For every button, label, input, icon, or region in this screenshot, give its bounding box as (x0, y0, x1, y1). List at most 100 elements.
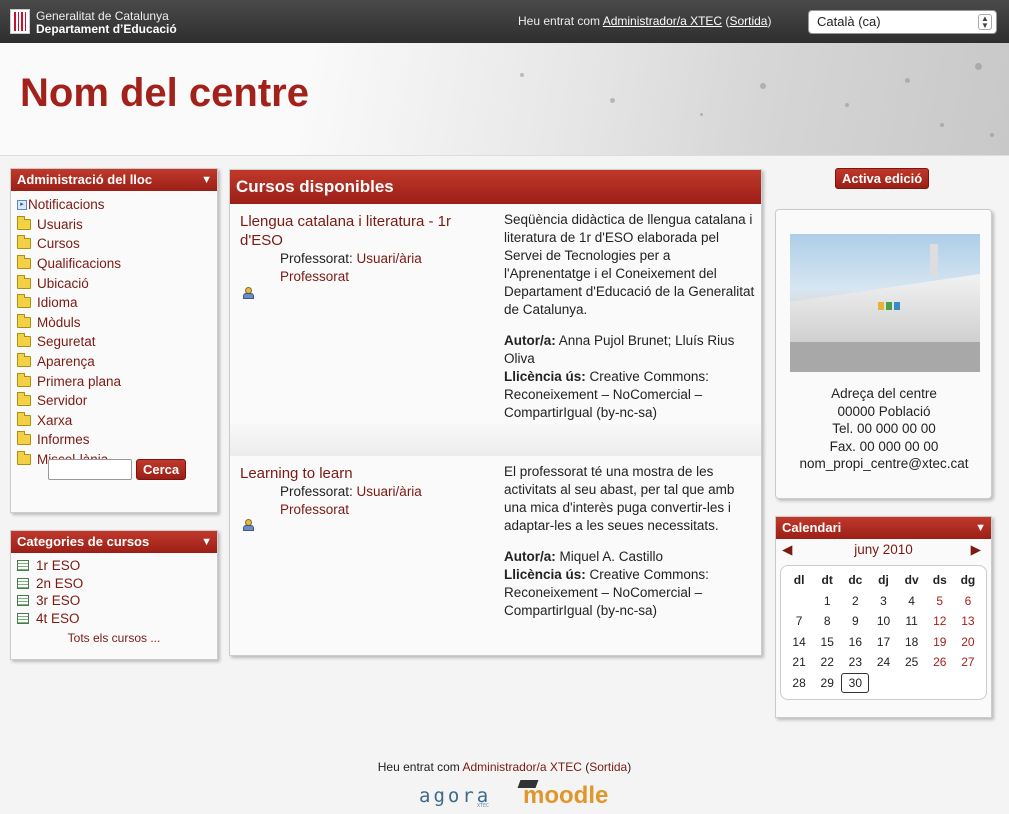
calendar-week: 21 22 23 24 25 26 27 (785, 652, 982, 673)
collapse-icon[interactable]: ▼ (201, 531, 212, 553)
category-label[interactable]: 2n ESO (36, 576, 83, 591)
admin-item-label[interactable]: Primera plana (37, 374, 121, 389)
calendar-day: 18 (904, 634, 919, 649)
courses-block-header: Cursos disponibles (230, 170, 761, 204)
turn-editing-on-button[interactable]: Activa edició (835, 168, 930, 189)
admin-item-modules[interactable]: Mòduls (17, 313, 211, 333)
category-icon (17, 577, 29, 589)
admin-item-frontpage[interactable]: Primera plana (17, 371, 211, 391)
admin-item-security[interactable]: Seguretat (17, 332, 211, 352)
calendar-day: 5 (936, 593, 944, 608)
folder-icon (17, 431, 31, 446)
category-label[interactable]: 3r ESO (36, 593, 80, 608)
categories-block-title: Categories de cursos (17, 534, 150, 549)
calendar-today: 30 (841, 672, 870, 693)
admin-search-input[interactable] (48, 459, 132, 480)
calendar-day: 9 (852, 614, 859, 629)
course-author: Miquel A. Castillo (559, 549, 664, 564)
admin-search: Cerca (48, 459, 187, 480)
admin-item-label[interactable]: Servidor (37, 393, 87, 408)
weekday-label: dt (821, 573, 833, 588)
collapse-icon[interactable]: ▼ (201, 169, 212, 191)
calendar-week: 1 2 3 4 5 6 (785, 591, 982, 612)
admin-item-label[interactable]: Mòduls (37, 315, 81, 330)
next-month-icon[interactable]: ▶ (971, 539, 981, 561)
category-label[interactable]: 4t ESO (36, 611, 80, 626)
course-item: Learning to learn Professorat: Usuari/àr… (230, 456, 761, 646)
course-name-link[interactable]: Learning to learn (240, 464, 480, 483)
category-item[interactable]: 4t ESO (17, 610, 211, 628)
category-item[interactable]: 2n ESO (17, 575, 211, 593)
search-button[interactable]: Cerca (136, 459, 187, 480)
weekday-label: dc (848, 573, 863, 588)
calendar-block: Calendari ▼ ◀ juny 2010 ▶ dl dt dc dj dv… (775, 516, 992, 718)
admin-item-users[interactable]: Usuaris (17, 215, 211, 235)
calendar-day: 6 (964, 593, 972, 608)
admin-item-server[interactable]: Servidor (17, 391, 211, 411)
calendar-month[interactable]: juny 2010 (854, 542, 913, 557)
admin-item-label[interactable]: Informes (37, 432, 90, 447)
calendar-day: 10 (876, 614, 891, 629)
collapse-icon[interactable]: ▼ (975, 517, 986, 539)
admin-item-notifications[interactable]: ▸ Notificacions (17, 195, 211, 215)
agora-logo[interactable]: agora XTEC (419, 785, 491, 809)
moodle-logo[interactable]: moodle (517, 780, 608, 810)
calendar-day: 27 (961, 655, 975, 670)
category-item[interactable]: 3r ESO (17, 592, 211, 610)
course-name-link[interactable]: Llengua catalana i literatura - 1r d'ESO (240, 212, 480, 250)
select-arrows-icon: ▲ ▼ (978, 14, 992, 30)
admin-item-label[interactable]: Notificacions (28, 197, 105, 212)
course-item: Llengua catalana i literatura - 1r d'ESO… (230, 204, 761, 454)
folder-icon (17, 215, 31, 230)
address-line: 00000 Població (837, 403, 931, 419)
admin-item-network[interactable]: Xarxa (17, 411, 211, 431)
calendar-day: 7 (795, 614, 803, 629)
calendar-day: 25 (904, 655, 919, 670)
language-select[interactable]: Català (ca) ▲ ▼ (808, 10, 997, 34)
admin-item-label[interactable]: Ubicació (37, 276, 89, 291)
folder-icon (17, 255, 31, 270)
user-link[interactable]: Administrador/a XTEC (603, 14, 722, 28)
admin-item-label[interactable]: Idioma (37, 295, 78, 310)
course-description: Seqüència didàctica de llengua catalana … (504, 212, 755, 317)
address-line: Fax. 00 000 00 00 (829, 438, 939, 454)
admin-item-grades[interactable]: Qualificacions (17, 254, 211, 274)
calendar-week: 28 29 30 (785, 672, 982, 694)
folder-icon (17, 235, 31, 250)
admin-item-courses[interactable]: Cursos (17, 234, 211, 254)
email-line: nom_propi_centre@xtec.cat (799, 456, 969, 471)
all-courses-link[interactable]: Tots els cursos ... (68, 631, 161, 645)
author-label: Autor/a: (504, 549, 556, 564)
admin-item-label[interactable]: Qualificacions (37, 256, 121, 271)
category-label[interactable]: 1r ESO (36, 558, 80, 573)
admin-block: Administració del lloc ▼ ▸ Notificacions … (10, 168, 218, 513)
logout-link[interactable]: Sortida (729, 14, 767, 28)
footer-user-link[interactable]: Administrador/a XTEC (462, 760, 581, 774)
admin-item-label[interactable]: Aparença (37, 354, 95, 369)
admin-item-location[interactable]: Ubicació (17, 273, 211, 293)
previous-month-icon[interactable]: ◀ (782, 539, 792, 561)
admin-item-label[interactable]: Seguretat (37, 334, 96, 349)
org-name-line2: Departament d’Educació (36, 22, 177, 36)
admin-item-language[interactable]: Idioma (17, 293, 211, 313)
calendar-day: 19 (933, 634, 947, 649)
course-separator (230, 424, 761, 456)
calendar-grid: dl dt dc dj dv ds dg 1 2 3 4 5 6 7 8 9 1… (780, 565, 987, 700)
admin-item-appearance[interactable]: Aparença (17, 352, 211, 372)
categories-list: 1r ESO 2n ESO 3r ESO 4t ESO Tots els cur… (11, 553, 217, 649)
category-item[interactable]: 1r ESO (17, 557, 211, 575)
courses-block-title: Cursos disponibles (236, 177, 394, 196)
admin-item-label[interactable]: Xarxa (37, 413, 72, 428)
admin-item-label[interactable]: Usuaris (37, 217, 83, 232)
author-label: Autor/a: (504, 333, 556, 348)
admin-item-reports[interactable]: Informes (17, 430, 211, 450)
folder-icon (17, 392, 31, 407)
footer-logout-link[interactable]: Sortida (589, 760, 627, 774)
address-line: Tel. 00 000 00 00 (832, 421, 936, 436)
calendar-day: 8 (823, 614, 831, 629)
categories-block-header: Categories de cursos ▼ (11, 531, 217, 553)
calendar-day: 12 (933, 614, 947, 629)
admin-item-label[interactable]: Cursos (37, 236, 80, 251)
courses-block: Cursos disponibles Llengua catalana i li… (229, 169, 762, 656)
calendar-day: 13 (961, 614, 975, 629)
